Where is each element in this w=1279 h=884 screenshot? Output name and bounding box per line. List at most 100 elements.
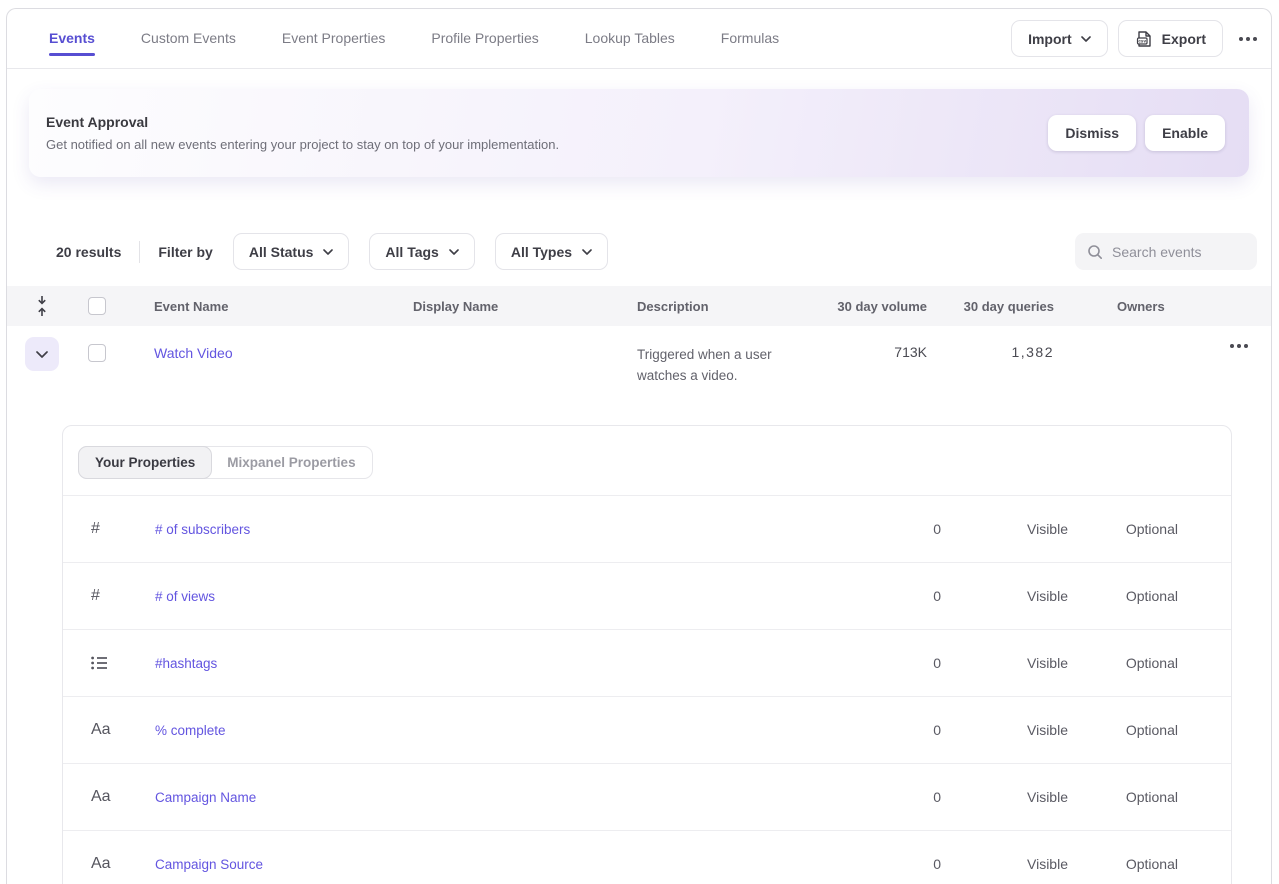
- types-filter-label: All Types: [511, 244, 572, 260]
- nav-tabs: Events Custom Events Event Properties Pr…: [49, 20, 779, 58]
- events-table-header: Event Name Display Name Description 30 d…: [7, 286, 1271, 326]
- property-visibility: Visible: [941, 722, 1068, 738]
- property-name-link[interactable]: Campaign Source: [155, 857, 828, 872]
- properties-tabs: Your Properties Mixpanel Properties: [63, 426, 1231, 496]
- number-icon: #: [63, 520, 155, 538]
- status-filter-dropdown[interactable]: All Status: [233, 233, 350, 270]
- property-volume: 0: [828, 722, 941, 738]
- property-requirement: Optional: [1068, 856, 1178, 872]
- status-filter-label: All Status: [249, 244, 314, 260]
- event-description: Triggered when a user watches a video.: [637, 344, 827, 386]
- property-volume: 0: [828, 789, 941, 805]
- property-row: #hashtags 0 Visible Optional: [63, 630, 1231, 697]
- top-nav: Events Custom Events Event Properties Pr…: [7, 9, 1271, 69]
- export-label: Export: [1162, 31, 1206, 47]
- property-volume: 0: [828, 521, 941, 537]
- property-volume: 0: [828, 655, 941, 671]
- import-button[interactable]: Import: [1011, 20, 1108, 57]
- property-row: # # of subscribers 0 Visible Optional: [63, 496, 1231, 563]
- tab-your-properties[interactable]: Your Properties: [78, 446, 212, 479]
- tab-event-properties[interactable]: Event Properties: [282, 20, 386, 58]
- banner-actions: Dismiss Enable: [1048, 115, 1225, 151]
- property-visibility: Visible: [941, 655, 1068, 671]
- properties-segmented-control: Your Properties Mixpanel Properties: [78, 446, 373, 479]
- export-button[interactable]: csv Export: [1118, 20, 1223, 57]
- nav-actions: Import csv Export: [1011, 20, 1249, 57]
- property-requirement: Optional: [1068, 588, 1178, 604]
- property-row: Aa % complete 0 Visible Optional: [63, 697, 1231, 764]
- property-visibility: Visible: [941, 588, 1068, 604]
- filter-by-label: Filter by: [158, 244, 212, 260]
- event-properties-panel: Your Properties Mixpanel Properties # # …: [62, 425, 1232, 884]
- property-name-link[interactable]: % complete: [155, 723, 828, 738]
- property-requirement: Optional: [1068, 521, 1178, 537]
- chevron-down-icon: [582, 249, 592, 255]
- property-volume: 0: [828, 588, 941, 604]
- property-requirement: Optional: [1068, 789, 1178, 805]
- property-row: Aa Campaign Source 0 Visible Optional: [63, 831, 1231, 884]
- chevron-down-icon: [449, 249, 459, 255]
- event-row-menu-icon[interactable]: [1054, 344, 1271, 348]
- select-all-checkbox[interactable]: [88, 297, 106, 315]
- row-checkbox[interactable]: [88, 344, 106, 362]
- list-icon: [63, 656, 155, 670]
- property-volume: 0: [828, 856, 941, 872]
- text-icon: Aa: [63, 721, 155, 739]
- tab-custom-events[interactable]: Custom Events: [141, 20, 236, 58]
- col-event-name: Event Name: [154, 299, 413, 314]
- search-icon: [1087, 244, 1103, 260]
- col-30-day-queries: 30 day queries: [927, 299, 1054, 314]
- event-30-day-volume: 713K: [827, 344, 927, 360]
- text-icon: Aa: [63, 788, 155, 806]
- csv-file-icon: csv: [1135, 30, 1153, 48]
- event-approval-banner: Event Approval Get notified on all new e…: [29, 89, 1249, 177]
- svg-text:csv: csv: [1138, 38, 1146, 43]
- filter-bar: 20 results Filter by All Status All Tags…: [7, 233, 1271, 270]
- property-requirement: Optional: [1068, 655, 1178, 671]
- tab-formulas[interactable]: Formulas: [721, 20, 779, 58]
- tab-lookup-tables[interactable]: Lookup Tables: [585, 20, 675, 58]
- property-name-link[interactable]: #hashtags: [155, 656, 828, 671]
- property-name-link[interactable]: Campaign Name: [155, 790, 828, 805]
- import-label: Import: [1028, 31, 1072, 47]
- col-display-name: Display Name: [413, 299, 637, 314]
- property-row: Aa Campaign Name 0 Visible Optional: [63, 764, 1231, 831]
- banner-text: Event Approval Get notified on all new e…: [46, 114, 559, 152]
- lexicon-panel: Events Custom Events Event Properties Pr…: [6, 8, 1272, 884]
- dismiss-button[interactable]: Dismiss: [1048, 115, 1136, 151]
- property-visibility: Visible: [941, 789, 1068, 805]
- banner-subtitle: Get notified on all new events entering …: [46, 137, 559, 152]
- collapse-row-button[interactable]: [25, 337, 59, 371]
- tags-filter-label: All Tags: [385, 244, 438, 260]
- property-row: # # of views 0 Visible Optional: [63, 563, 1231, 630]
- event-row-watch-video: Watch Video Triggered when a user watche…: [7, 326, 1271, 410]
- tab-events[interactable]: Events: [49, 20, 95, 58]
- property-visibility: Visible: [941, 521, 1068, 537]
- chevron-down-icon: [1081, 36, 1091, 42]
- divider: [139, 241, 140, 263]
- search-box: [1075, 233, 1257, 270]
- col-30-day-volume: 30 day volume: [827, 299, 927, 314]
- nav-overflow-menu-icon[interactable]: [1233, 29, 1249, 49]
- enable-button[interactable]: Enable: [1145, 115, 1225, 151]
- text-icon: Aa: [63, 855, 155, 873]
- property-visibility: Visible: [941, 856, 1068, 872]
- search-input[interactable]: [1112, 244, 1245, 260]
- event-30-day-queries: 1,382: [927, 344, 1054, 360]
- tab-profile-properties[interactable]: Profile Properties: [431, 20, 538, 58]
- banner-section: Event Approval Get notified on all new e…: [7, 69, 1271, 177]
- property-name-link[interactable]: # of subscribers: [155, 522, 828, 537]
- results-count: 20 results: [56, 244, 121, 260]
- col-description: Description: [637, 299, 827, 314]
- property-name-link[interactable]: # of views: [155, 589, 828, 604]
- number-icon: #: [63, 587, 155, 605]
- chevron-down-icon: [323, 249, 333, 255]
- banner-title: Event Approval: [46, 114, 559, 130]
- event-name-link[interactable]: Watch Video: [154, 345, 413, 361]
- types-filter-dropdown[interactable]: All Types: [495, 233, 608, 270]
- col-owners: Owners: [1054, 299, 1271, 314]
- tags-filter-dropdown[interactable]: All Tags: [369, 233, 474, 270]
- property-requirement: Optional: [1068, 722, 1178, 738]
- collapse-all-icon[interactable]: [36, 295, 48, 317]
- tab-mixpanel-properties[interactable]: Mixpanel Properties: [211, 447, 371, 478]
